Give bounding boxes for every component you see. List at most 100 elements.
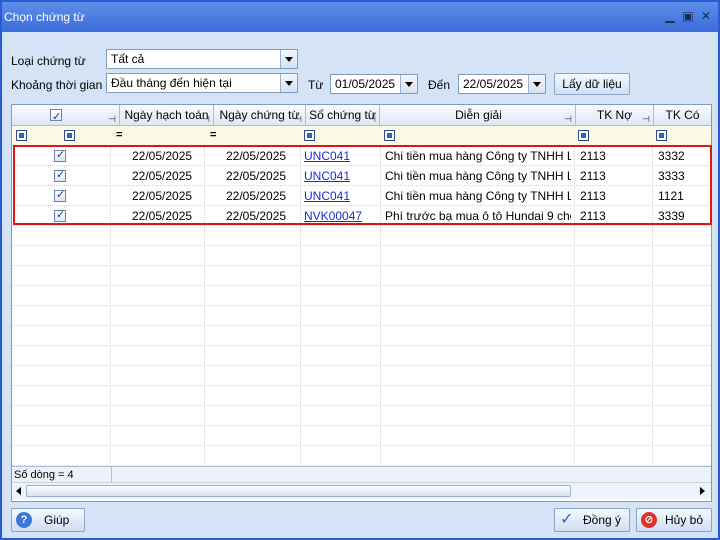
- header-label: Ngày chứng từ: [219, 108, 300, 122]
- from-date-picker[interactable]: 01/05/2025: [330, 74, 418, 94]
- header-label: Số chứng từ: [309, 108, 376, 122]
- period-select[interactable]: Đầu tháng đến hiện tại: [106, 73, 298, 93]
- to-date-value: 22/05/2025: [463, 77, 524, 91]
- doc-no-link[interactable]: UNC041: [304, 186, 350, 206]
- doc-type-select[interactable]: Tất cả: [106, 49, 298, 69]
- from-date-value: 01/05/2025: [335, 77, 396, 91]
- choose-document-dialog: Chọn chứng từ ▁ ▣ ✕ Loại chứng từ Tất cả…: [0, 0, 720, 540]
- empty-row: [12, 446, 711, 466]
- filter-icon[interactable]: [656, 130, 667, 141]
- to-date-picker[interactable]: 22/05/2025: [458, 74, 546, 94]
- header-doc-date[interactable]: Ngày chứng từ ⊣: [214, 105, 306, 126]
- header-posting-date[interactable]: Ngày hạch toán ⊣: [120, 105, 214, 126]
- filter-icon[interactable]: [304, 130, 315, 141]
- header-label: TK Nợ: [596, 108, 633, 122]
- debit-cell: 2113: [580, 209, 606, 223]
- empty-row: [12, 266, 711, 286]
- description-cell: Chi tiền mua hàng Công ty TNHH L...: [385, 169, 571, 183]
- table-row[interactable]: 22/05/2025 22/05/2025 UNC041 Chi tiền mu…: [12, 166, 711, 186]
- help-icon: ?: [16, 512, 32, 528]
- empty-row: [12, 326, 711, 346]
- table-row[interactable]: 22/05/2025 22/05/2025 NVK00047 Phí trước…: [12, 206, 711, 226]
- ok-button[interactable]: ✓ Đồng ý: [554, 508, 630, 532]
- header-doc-no[interactable]: Số chứng từ ⊣: [306, 105, 380, 126]
- help-button[interactable]: ? Giúp: [11, 508, 85, 532]
- credit-cell: 1121: [658, 189, 684, 203]
- doc-no-link[interactable]: UNC041: [304, 146, 350, 166]
- debit-cell: 2113: [580, 189, 606, 203]
- chevron-down-icon[interactable]: [528, 75, 545, 93]
- cancel-button[interactable]: ⊘ Hủy bỏ: [636, 508, 712, 532]
- table-row[interactable]: 22/05/2025 22/05/2025 UNC041 Chi tiền mu…: [12, 146, 711, 166]
- horizontal-scrollbar[interactable]: [12, 482, 711, 499]
- row-count: Số dòng = 4: [12, 467, 112, 483]
- cancel-label: Hủy bỏ: [665, 513, 704, 527]
- doc-no-link[interactable]: UNC041: [304, 166, 350, 186]
- empty-row: [12, 406, 711, 426]
- doc-no-link[interactable]: NVK00047: [304, 206, 362, 226]
- close-icon[interactable]: ✕: [700, 10, 712, 22]
- filter-icon[interactable]: [16, 130, 27, 141]
- doc-type-label: Loại chứng từ: [11, 54, 86, 68]
- credit-cell: 3339: [658, 209, 685, 223]
- minimize-icon[interactable]: ▁: [664, 10, 676, 22]
- fetch-data-button[interactable]: Lấy dữ liệu: [554, 73, 630, 95]
- credit-cell: 3332: [658, 149, 685, 163]
- posting-date-cell: 22/05/2025: [132, 149, 193, 163]
- from-label: Từ: [308, 78, 324, 92]
- empty-row: [12, 246, 711, 266]
- description-cell: Chi tiền mua hàng Công ty TNHH L...: [385, 189, 571, 203]
- debit-cell: 2113: [580, 169, 606, 183]
- cancel-icon: ⊘: [641, 512, 657, 528]
- row-checkbox[interactable]: [54, 148, 66, 162]
- document-grid: ⊣ Ngày hạch toán ⊣ Ngày chứng từ ⊣ Số ch…: [11, 104, 712, 502]
- scroll-right-icon[interactable]: [700, 487, 705, 495]
- filter-icon[interactable]: [384, 130, 395, 141]
- posting-date-cell: 22/05/2025: [132, 189, 193, 203]
- filter-equals-icon[interactable]: =: [116, 129, 122, 141]
- empty-row: [12, 386, 711, 406]
- empty-row: [12, 226, 711, 246]
- row-checkbox[interactable]: [54, 188, 66, 202]
- table-row[interactable]: 22/05/2025 22/05/2025 UNC041 Chi tiền mu…: [12, 186, 711, 206]
- grid-footer: Số dòng = 4: [12, 466, 711, 483]
- empty-row: [12, 346, 711, 366]
- credit-cell: 3333: [658, 169, 685, 183]
- chevron-down-icon[interactable]: [280, 50, 297, 68]
- doc-date-cell: 22/05/2025: [226, 149, 287, 163]
- checkmark-icon: ✓: [560, 511, 574, 528]
- grid-header: ⊣ Ngày hạch toán ⊣ Ngày chứng từ ⊣ Số ch…: [12, 105, 711, 128]
- filter-icon[interactable]: [578, 130, 589, 141]
- row-checkbox[interactable]: [54, 208, 66, 222]
- select-all-checkbox[interactable]: [50, 107, 62, 128]
- maximize-icon[interactable]: ▣: [682, 10, 694, 22]
- description-cell: Phí trước bạ mua ô tô Hundai 9 chỗ: [385, 209, 571, 223]
- period-value: Đầu tháng đến hiện tại: [111, 76, 232, 90]
- header-description[interactable]: Diễn giải ⊣: [382, 105, 576, 126]
- row-checkbox[interactable]: [54, 168, 66, 182]
- header-label: Ngày hạch toán: [124, 108, 209, 122]
- empty-row: [12, 286, 711, 306]
- filter-equals-icon[interactable]: =: [210, 129, 216, 141]
- header-select-all[interactable]: ⊣: [12, 105, 120, 128]
- doc-date-cell: 22/05/2025: [226, 209, 287, 223]
- period-label: Khoảng thời gian: [11, 78, 103, 92]
- title-bar: Chọn chứng từ ▁ ▣ ✕: [2, 2, 718, 32]
- chevron-down-icon[interactable]: [280, 74, 297, 92]
- filter-icon[interactable]: [64, 130, 75, 141]
- scroll-thumb[interactable]: [26, 485, 571, 497]
- empty-row: [12, 306, 711, 326]
- chevron-down-icon[interactable]: [400, 75, 417, 93]
- posting-date-cell: 22/05/2025: [132, 169, 193, 183]
- help-label: Giúp: [44, 513, 70, 527]
- window-title: Chọn chứng từ: [4, 10, 85, 24]
- header-debit[interactable]: TK Nợ ⊣: [576, 105, 654, 126]
- scroll-left-icon[interactable]: [16, 487, 21, 495]
- doc-date-cell: 22/05/2025: [226, 189, 287, 203]
- filter-row: = =: [12, 126, 711, 146]
- ok-label: Đồng ý: [583, 513, 622, 527]
- header-label: TK Có: [665, 108, 700, 122]
- doc-type-value: Tất cả: [111, 52, 145, 66]
- header-credit[interactable]: TK Có: [654, 105, 711, 126]
- doc-date-cell: 22/05/2025: [226, 169, 287, 183]
